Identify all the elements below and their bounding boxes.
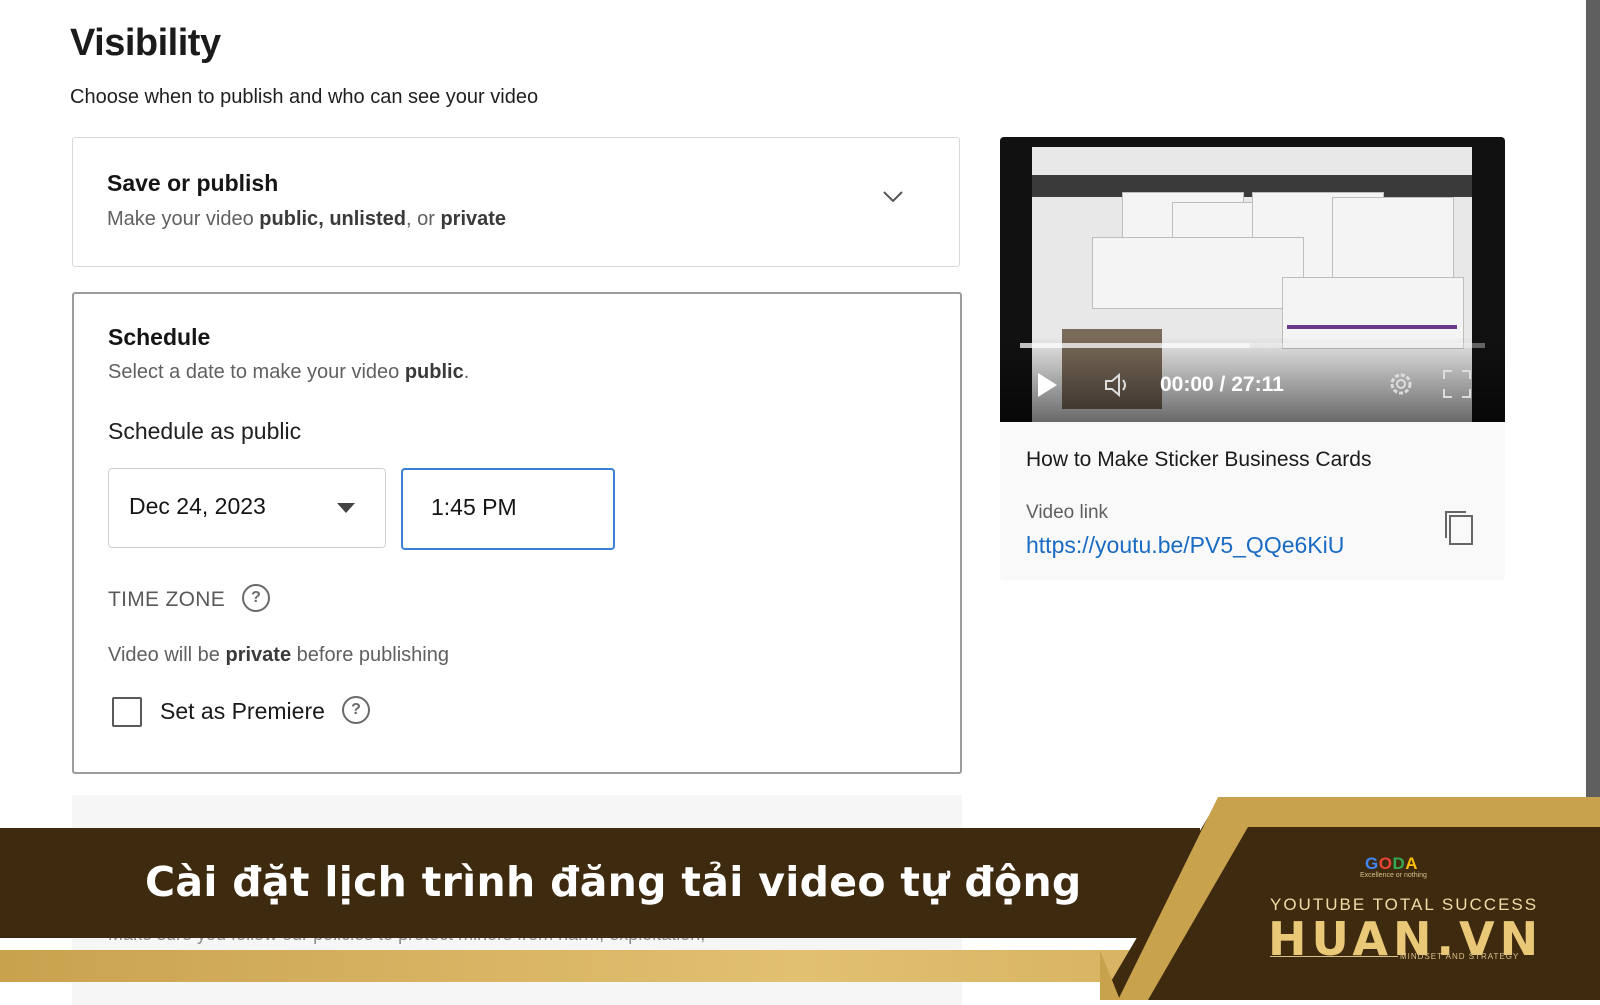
time-value: 1:45 PM [431,494,517,520]
save-or-publish-description: Make your video public, unlisted, or pri… [107,208,507,230]
copy-icon[interactable] [1442,508,1476,548]
video-link-label: Video link [1026,502,1109,523]
goda-tagline: Excellence or nothing [1360,872,1427,879]
save-or-publish-title: Save or publish [107,170,279,196]
video-link[interactable]: https://youtu.be/PV5_QQe6KiU [1026,532,1344,559]
premiere-label: Set as Premiere [160,698,325,724]
page-title: Visibility [70,22,221,64]
video-time: 00:00 / 27:11 [1160,373,1284,396]
help-icon[interactable]: ? [242,584,270,612]
goda-logo: GODA [1365,854,1419,873]
brand-divider [1270,956,1398,957]
schedule-title: Schedule [108,324,211,350]
time-zone-label: TIME ZONE [108,588,226,611]
caption-text: Cài đặt lịch trình đăng tải video tự độn… [145,858,1082,906]
chevron-down-icon[interactable] [881,184,905,208]
schedule-section[interactable]: Schedule Select a date to make your vide… [72,292,962,774]
video-info-panel: How to Make Sticker Business Cards Video… [1000,422,1505,580]
fullscreen-icon[interactable] [1442,369,1472,399]
private-note: Video will be private before publishing [108,644,449,666]
play-icon[interactable] [1038,373,1057,397]
video-player[interactable]: 00:00 / 27:11 [1000,137,1505,422]
premiere-checkbox[interactable] [112,697,142,727]
video-title: How to Make Sticker Business Cards [1026,448,1372,471]
dropdown-arrow-icon [337,503,355,513]
brand-tagline: MINDSET AND STRATEGY [1400,952,1520,961]
date-picker[interactable]: Dec 24, 2023 [108,468,386,548]
settings-gear-icon[interactable] [1386,369,1416,399]
video-progress-bar[interactable] [1020,343,1485,348]
schedule-description: Select a date to make your video public. [108,361,470,383]
date-value: Dec 24, 2023 [129,493,266,519]
page-subtitle: Choose when to publish and who can see y… [70,86,539,108]
schedule-as-public-label: Schedule as public [108,418,302,444]
save-or-publish-section[interactable]: Save or publish Make your video public, … [72,137,960,267]
time-input[interactable]: 1:45 PM [401,468,615,550]
volume-icon[interactable] [1104,371,1134,399]
premiere-help-icon[interactable]: ? [342,696,370,724]
